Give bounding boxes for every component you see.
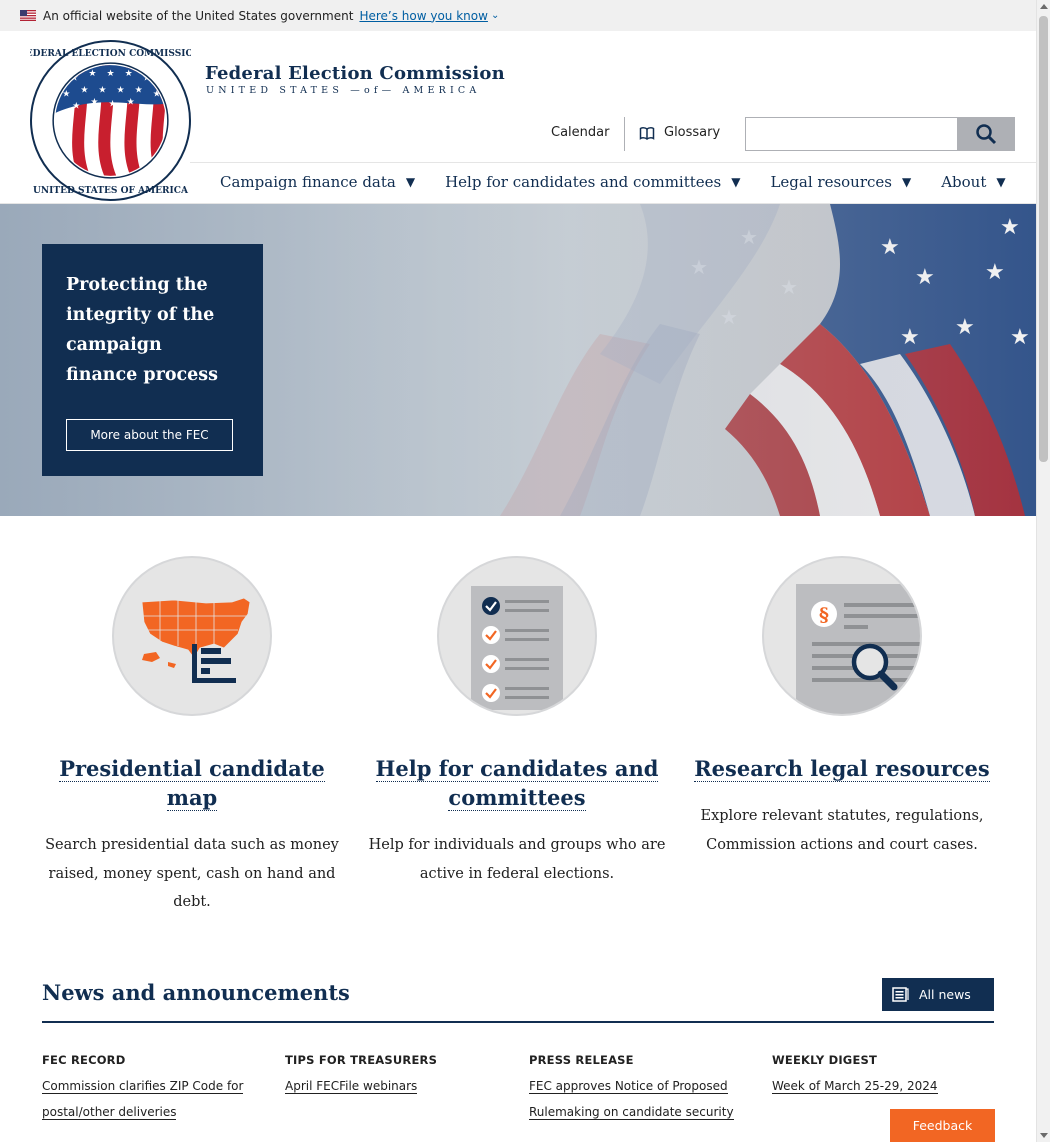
svg-text:★: ★ bbox=[127, 97, 135, 107]
feature-legal-resources[interactable]: § Research legal resources Explore relev… bbox=[692, 556, 992, 859]
feature-description: Explore relevant statutes, regulations, … bbox=[700, 808, 984, 853]
feature-title[interactable]: Presidential candidate map bbox=[42, 754, 342, 812]
caret-down-icon: ▼ bbox=[405, 175, 416, 189]
calendar-link[interactable]: Calendar bbox=[551, 125, 609, 140]
news-category: PRESS RELEASE bbox=[529, 1053, 634, 1067]
glossary-link[interactable]: Glossary bbox=[639, 125, 720, 140]
nav-legal-resources[interactable]: Legal resources ▼ bbox=[770, 173, 911, 191]
feature-title[interactable]: Help for candidates and committees bbox=[367, 754, 667, 812]
gov-banner: An official website of the United States… bbox=[0, 0, 1036, 31]
news-link[interactable]: FEC approves Notice of Proposed Rulemaki… bbox=[529, 1073, 754, 1125]
svg-text:★: ★ bbox=[98, 85, 106, 95]
news-icon bbox=[892, 987, 909, 1002]
nav-label: Campaign finance data bbox=[220, 173, 396, 191]
nav-divider bbox=[190, 162, 1036, 163]
news-divider bbox=[42, 1021, 994, 1023]
news-item: FEC RECORD Commission clarifies ZIP Code… bbox=[42, 1053, 267, 1125]
feedback-button[interactable]: Feedback bbox=[890, 1109, 995, 1142]
page-scrollbar[interactable] bbox=[1036, 0, 1050, 1142]
more-about-fec-button[interactable]: More about the FEC bbox=[66, 419, 233, 451]
fec-seal-logo[interactable]: ★★★★★ ★★★★★★ ★★★★ FEDERAL ELECTION COMMI… bbox=[30, 40, 191, 201]
book-icon bbox=[639, 126, 655, 140]
site-header: ★★★★★ ★★★★★★ ★★★★ FEDERAL ELECTION COMMI… bbox=[0, 31, 1036, 204]
caret-down-icon: ▼ bbox=[731, 175, 741, 189]
news-category: FEC RECORD bbox=[42, 1053, 126, 1067]
legal-search-icon[interactable]: § bbox=[762, 556, 922, 716]
svg-text:UNITED STATES OF AMERICA: UNITED STATES OF AMERICA bbox=[33, 186, 189, 196]
chevron-down-icon[interactable]: ⌄ bbox=[491, 10, 499, 21]
site-title[interactable]: Federal Election Commission bbox=[205, 63, 505, 84]
all-news-button[interactable]: All news bbox=[882, 978, 994, 1011]
news-category: WEEKLY DIGEST bbox=[772, 1053, 878, 1067]
svg-text:★: ★ bbox=[125, 69, 133, 79]
scroll-down-arrow-icon[interactable] bbox=[1040, 1133, 1048, 1138]
svg-text:★: ★ bbox=[88, 69, 96, 79]
us-map-icon[interactable] bbox=[112, 556, 272, 716]
caret-down-icon: ▼ bbox=[996, 175, 1006, 189]
svg-text:★: ★ bbox=[72, 101, 80, 111]
nav-label: Legal resources bbox=[770, 173, 892, 191]
glossary-label: Glossary bbox=[664, 125, 721, 140]
news-category: TIPS FOR TREASURERS bbox=[285, 1053, 438, 1067]
news-item: WEEKLY DIGEST Week of March 25-29, 2024 bbox=[772, 1053, 997, 1099]
gov-banner-text: An official website of the United States… bbox=[43, 8, 354, 23]
search-input[interactable] bbox=[745, 117, 958, 151]
svg-text:★: ★ bbox=[90, 97, 98, 107]
feature-description: Search presidential data such as money r… bbox=[45, 837, 339, 910]
feature-presidential-map[interactable]: Presidential candidate map Search presid… bbox=[42, 556, 342, 917]
utility-divider bbox=[624, 117, 625, 151]
news-link[interactable]: Commission clarifies ZIP Code for postal… bbox=[42, 1073, 267, 1125]
hero-title: Protecting the integrity of the campaign… bbox=[66, 275, 219, 385]
svg-text:★: ★ bbox=[106, 69, 114, 79]
scroll-thumb[interactable] bbox=[1039, 16, 1048, 462]
svg-text:★: ★ bbox=[117, 85, 125, 95]
news-link[interactable]: Week of March 25-29, 2024 bbox=[772, 1073, 997, 1099]
news-item: TIPS FOR TREASURERS April FECFile webina… bbox=[285, 1053, 510, 1099]
news-link[interactable]: April FECFile webinars bbox=[285, 1073, 510, 1099]
news-heading: News and announcements bbox=[42, 980, 350, 1005]
checklist-icon[interactable] bbox=[437, 556, 597, 716]
search-button[interactable] bbox=[957, 117, 1015, 151]
svg-text:★: ★ bbox=[108, 99, 116, 109]
site-subtitle: UNITED STATES —of— AMERICA bbox=[206, 85, 481, 96]
nav-label: About bbox=[941, 173, 987, 191]
news-item: PRESS RELEASE FEC approves Notice of Pro… bbox=[529, 1053, 754, 1125]
nav-help-candidates[interactable]: Help for candidates and committees ▼ bbox=[445, 173, 740, 191]
scroll-up-arrow-icon[interactable] bbox=[1040, 4, 1048, 9]
feature-title[interactable]: Research legal resources bbox=[692, 754, 992, 783]
nav-about[interactable]: About ▼ bbox=[941, 173, 1005, 191]
caret-down-icon: ▼ bbox=[901, 175, 912, 189]
svg-text:FEDERAL ELECTION COMMISSION: FEDERAL ELECTION COMMISSION bbox=[30, 49, 191, 59]
hero-banner: ★★★ ★★★ ★ ★★★★ Protecting the integrity … bbox=[0, 204, 1036, 516]
hero-card: Protecting the integrity of the campaign… bbox=[42, 244, 263, 476]
nav-campaign-finance-data[interactable]: Campaign finance data ▼ bbox=[220, 173, 415, 191]
main-nav: Campaign finance data ▼ Help for candida… bbox=[220, 173, 1036, 191]
search-icon bbox=[976, 124, 997, 145]
svg-text:★: ★ bbox=[80, 85, 88, 95]
svg-text:★: ★ bbox=[135, 85, 143, 95]
all-news-label: All news bbox=[919, 987, 971, 1002]
how-you-know-link[interactable]: Here’s how you know bbox=[359, 9, 488, 23]
us-flag-icon bbox=[20, 10, 36, 21]
svg-text:§: § bbox=[819, 604, 829, 626]
feature-help-candidates[interactable]: Help for candidates and committees Help … bbox=[367, 556, 667, 888]
nav-label: Help for candidates and committees bbox=[445, 173, 722, 191]
feature-description: Help for individuals and groups who are … bbox=[368, 837, 666, 882]
